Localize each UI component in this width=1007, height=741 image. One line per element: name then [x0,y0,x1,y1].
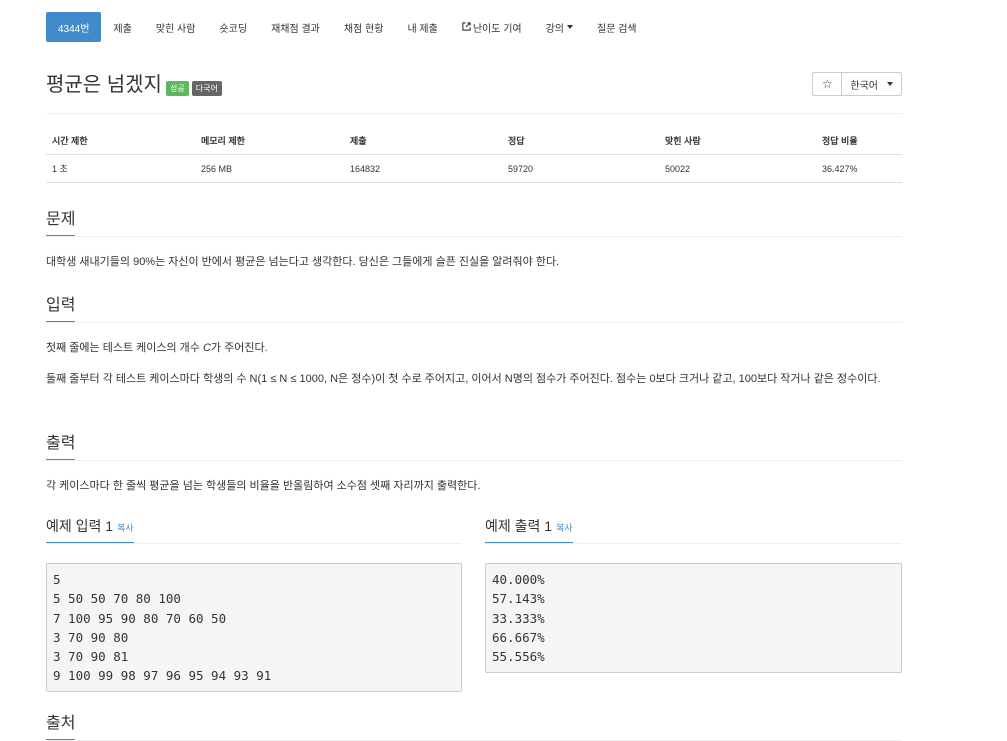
copy-sample-input-button[interactable]: 복사 [117,523,134,533]
nav-short-coding[interactable]: 숏코딩 [207,12,259,42]
stat-memory-limit: 256 MB [195,154,344,183]
external-link-icon [462,21,471,33]
star-icon: ☆ [822,77,833,91]
stat-submissions: 164832 [344,154,502,183]
input-variable-c: C [202,342,211,354]
page-container: 4344번 제출 맞힌 사람 숏코딩 재채점 결과 채점 현황 내 제출 난이도… [46,12,902,741]
output-section-title: 출력 [46,429,76,461]
output-section-heading: 출력 [46,429,902,461]
stat-accepted: 59720 [502,154,659,183]
star-button[interactable]: ☆ [812,72,843,96]
sample-output-title-text: 예제 출력 1 [485,518,553,534]
nav-question-search[interactable]: 질문 검색 [585,12,649,42]
problem-stats-table: 시간 제한 메모리 제한 제출 정답 맞힌 사람 정답 비율 1 초 256 M… [46,128,902,183]
stat-solved-users: 50022 [659,154,816,183]
stat-header-accepted: 정답 [502,128,659,155]
nav-lectures-dropdown[interactable]: 강의 [534,12,585,42]
nav-difficulty-contribution[interactable]: 난이도 기여 [450,12,534,42]
stats-header-row: 시간 제한 메모리 제한 제출 정답 맞힌 사람 정답 비율 [46,128,902,155]
nav-judge-status[interactable]: 채점 현황 [332,12,396,42]
section-underline [46,236,902,237]
stat-header-accept-ratio: 정답 비율 [816,128,902,155]
source-section-title: 출처 [46,709,76,741]
sample-output-title: 예제 출력 1 복사 [485,516,573,544]
nav-lectures-label: 강의 [545,23,565,35]
section-underline [485,543,902,544]
section-underline [46,543,462,544]
title-divider [46,113,902,114]
input-text-part: 가 주어진다. [210,342,268,354]
sample-input-title-text: 예제 입력 1 [46,518,114,534]
stat-header-memory-limit: 메모리 제한 [195,128,344,155]
nav-my-submissions[interactable]: 내 제출 [395,12,449,42]
title-row: 평균은 넘겠지 성공 다국어 ☆ 한국어 [46,72,902,100]
problem-badges: 성공 다국어 [166,81,222,96]
sample-output-heading: 예제 출력 1 복사 [485,516,902,544]
section-underline [46,460,902,461]
title-tools: ☆ 한국어 [812,72,902,96]
output-description: 각 케이스마다 한 줄씩 평균을 넘는 학생들의 비율을 반올림하여 소수점 셋… [46,480,481,492]
stat-accept-ratio: 36.427% [816,154,902,183]
language-select[interactable]: 한국어 [842,72,902,96]
input-section-title: 입력 [46,291,76,323]
page-title: 평균은 넘겠지 [46,74,162,96]
problem-section-title: 문제 [46,205,76,237]
nav-difficulty-label: 난이도 기여 [472,23,522,35]
section-underline [46,322,902,323]
nav-solved-users[interactable]: 맞힌 사람 [144,12,208,42]
sample-input-heading: 예제 입력 1 복사 [46,516,462,544]
input-section-heading: 입력 [46,291,902,323]
nav-problem-number[interactable]: 4344번 [46,12,102,42]
chevron-down-icon [887,82,893,86]
input-description-line2: 둘째 줄부터 각 테스트 케이스마다 학생의 수 N(1 ≤ N ≤ 1000,… [46,373,881,385]
stat-time-limit: 1 초 [46,154,195,183]
problem-nav: 4344번 제출 맞힌 사람 숏코딩 재채점 결과 채점 현황 내 제출 난이도… [46,12,902,42]
stats-value-row: 1 초 256 MB 164832 59720 50022 36.427% [46,154,902,183]
input-description-line1: 첫째 줄에는 테스트 케이스의 개수 C가 주어진다. [46,338,902,359]
stat-header-solved-users: 맞힌 사람 [659,128,816,155]
nav-rejudge-results[interactable]: 재채점 결과 [259,12,332,42]
language-select-value: 한국어 [850,80,878,92]
stat-header-submissions: 제출 [344,128,502,155]
status-badge: 성공 [166,81,189,96]
sample-output-code[interactable]: 40.000% 57.143% 33.333% 66.667% 55.556% [485,563,902,673]
caret-down-icon [567,25,574,29]
problem-section-heading: 문제 [46,205,902,237]
problem-description: 대학생 새내기들의 90%는 자신이 반에서 평균은 넘는다고 생각한다. 당신… [46,256,560,268]
sample-input-code[interactable]: 5 5 50 50 70 80 100 7 100 95 90 80 70 60… [46,563,462,692]
nav-submit[interactable]: 제출 [101,12,143,42]
source-section-heading: 출처 [46,709,902,741]
sample-input-title: 예제 입력 1 복사 [46,516,134,544]
input-text-part: 첫째 줄에는 테스트 케이스의 개수 [46,342,203,354]
multilang-badge: 다국어 [191,81,222,96]
stat-header-time-limit: 시간 제한 [46,128,195,155]
copy-sample-output-button[interactable]: 복사 [556,523,573,533]
